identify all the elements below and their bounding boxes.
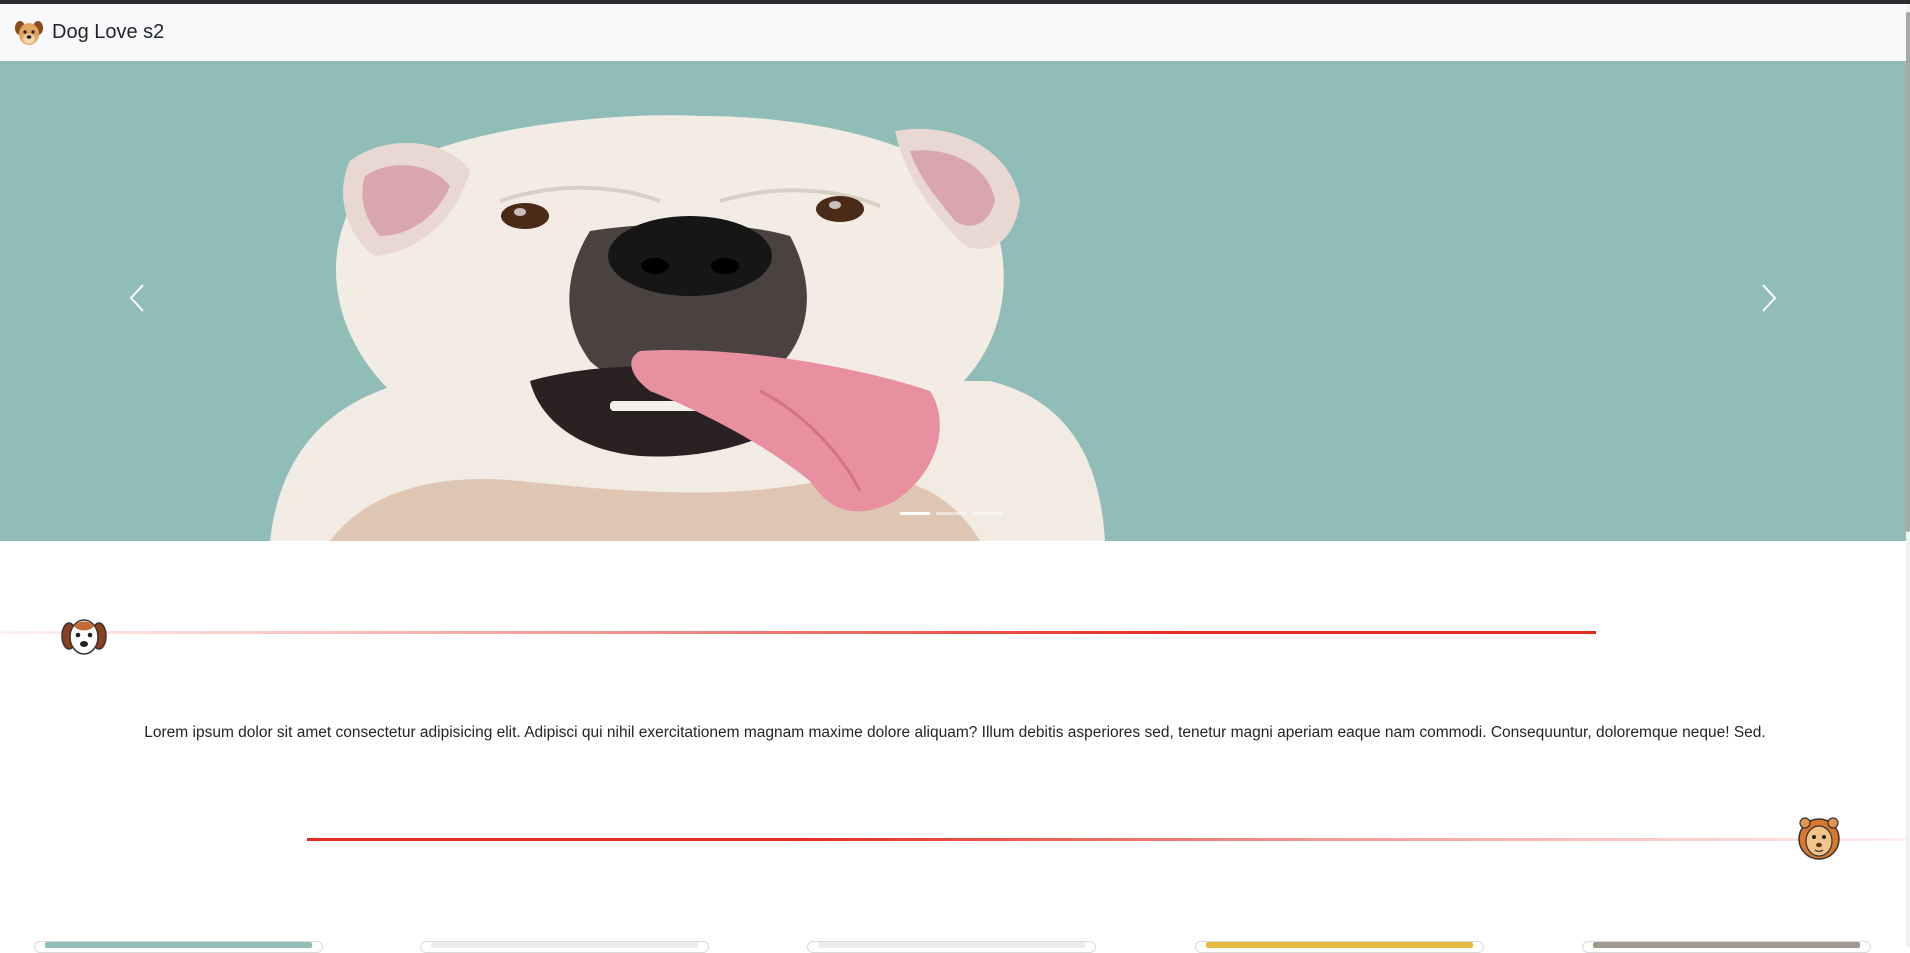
carousel-indicator-3[interactable]	[972, 512, 1002, 515]
scrollbar-thumb[interactable]	[1906, 12, 1910, 532]
carousel-next-button[interactable]	[1616, 61, 1906, 541]
chevron-left-icon	[129, 284, 144, 312]
lion-face-icon	[1798, 817, 1840, 860]
carousel-indicator-2[interactable]	[936, 512, 966, 515]
navbar: Dog Love s2	[0, 4, 1906, 61]
carousel-indicator-1[interactable]	[900, 512, 930, 515]
card-1-image	[45, 942, 312, 948]
card-1[interactable]	[34, 941, 323, 953]
card-5[interactable]	[1582, 941, 1871, 953]
carousel-indicators	[900, 512, 1002, 515]
divider-line-top	[0, 631, 1596, 634]
chevron-right-icon	[1762, 284, 1777, 312]
card-2[interactable]	[420, 941, 709, 953]
card-3-image	[818, 942, 1085, 948]
brand-title: Dog Love s2	[52, 21, 165, 43]
dog-face-icon	[15, 20, 43, 45]
intro-paragraph: Lorem ipsum dolor sit amet consectetur a…	[144, 724, 1766, 741]
card-3[interactable]	[807, 941, 1096, 953]
divider-line-bottom	[307, 838, 1906, 841]
navbar-brand[interactable]: Dog Love s2	[14, 18, 164, 48]
card-5-image	[1593, 942, 1860, 948]
card-4-image	[1206, 942, 1473, 948]
card-2-image	[431, 942, 698, 948]
dog-face-icon	[61, 619, 107, 655]
page-scrollbar[interactable]	[1906, 4, 1910, 947]
hero-carousel	[0, 61, 1906, 541]
carousel-prev-button[interactable]	[0, 61, 290, 541]
card-4[interactable]	[1195, 941, 1484, 953]
